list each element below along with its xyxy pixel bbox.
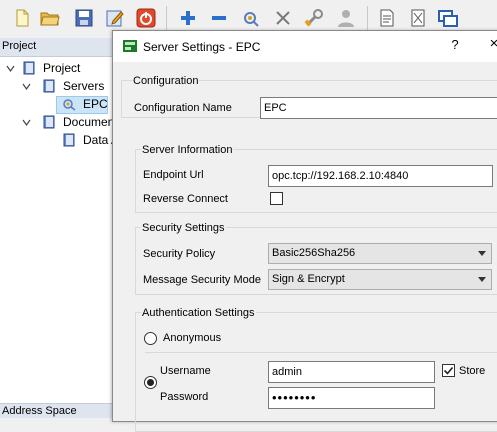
radio-selected-dot — [147, 379, 154, 386]
anonymous-radio[interactable] — [144, 332, 157, 345]
configuration-group-title: Configuration — [132, 75, 200, 87]
message-security-mode-select[interactable]: Sign & Encrypt — [268, 269, 492, 290]
help-button[interactable]: ? — [447, 37, 463, 55]
configuration-name-label: Configuration Name — [134, 102, 232, 114]
windows-icon[interactable] — [438, 8, 458, 28]
anonymous-label: Anonymous — [163, 332, 222, 344]
address-space-title: Address Space — [2, 405, 77, 417]
password-label: Password — [160, 391, 209, 403]
power-icon[interactable] — [136, 8, 156, 28]
close-button[interactable]: × — [486, 35, 497, 55]
remove-icon[interactable] — [209, 8, 229, 28]
authentication-settings-group-title: Authentication Settings — [141, 307, 256, 319]
tree-item-documents[interactable]: Documen — [0, 114, 115, 131]
tree-item-epc[interactable]: EPC — [0, 96, 112, 113]
tree-item-label: Project — [43, 61, 81, 75]
edit-icon[interactable] — [105, 8, 125, 28]
user-icon[interactable] — [336, 8, 356, 28]
dialog-titlebar[interactable]: Server Settings - EPC ? × — [113, 31, 497, 62]
tree-item-label: EPC — [83, 97, 108, 111]
project-panel-header: Project — [0, 38, 112, 57]
tree-item-label: Documen — [63, 115, 115, 129]
dialog-title: Server Settings - EPC — [143, 40, 261, 54]
tree-item-label: Servers — [63, 79, 105, 93]
reverse-connect-checkbox[interactable] — [270, 192, 283, 205]
message-security-mode-value: Sign & Encrypt — [272, 273, 345, 285]
disconnect-icon[interactable] — [273, 8, 293, 28]
expand-arrow-icon[interactable] — [6, 64, 15, 73]
message-security-mode-label: Message Security Mode — [143, 274, 261, 286]
clear-icon[interactable] — [408, 8, 428, 28]
project-panel: Project Project Servers EPC Documen Data… — [0, 38, 119, 418]
project-book-icon — [22, 61, 36, 75]
auth-divider — [145, 352, 497, 353]
tree-item-data-access[interactable]: Data A — [0, 132, 119, 149]
expand-arrow-icon[interactable] — [22, 118, 31, 127]
expand-arrow-icon[interactable] — [22, 82, 31, 91]
dropdown-arrow-icon — [478, 277, 486, 282]
connect-icon[interactable] — [241, 8, 261, 28]
security-policy-label: Security Policy — [143, 248, 216, 260]
store-checkbox[interactable] — [442, 364, 455, 377]
document-icon[interactable] — [377, 8, 397, 28]
reverse-connect-label: Reverse Connect — [143, 193, 228, 205]
settings-wrench-icon[interactable] — [304, 8, 324, 28]
server-connect-icon — [62, 97, 76, 111]
tree-item-project[interactable]: Project — [0, 60, 112, 77]
security-policy-value: Basic256Sha256 — [272, 247, 356, 259]
username-input[interactable]: admin — [268, 361, 435, 383]
endpoint-url-input[interactable]: opc.tcp://192.168.2.10:4840 — [268, 165, 493, 187]
open-folder-icon[interactable] — [40, 8, 60, 28]
endpoint-url-label: Endpoint Url — [143, 169, 204, 181]
address-space-header: Address Space — [0, 403, 112, 418]
username-radio[interactable] — [144, 376, 157, 389]
server-settings-dialog: Server Settings - EPC ? × Configuration … — [112, 30, 497, 432]
username-label: Username — [160, 365, 211, 377]
configuration-name-input[interactable]: EPC — [260, 97, 497, 119]
dialog-app-icon — [123, 40, 137, 52]
password-input[interactable]: •••••••• — [268, 387, 435, 409]
server-information-group-title: Server Information — [141, 144, 234, 156]
add-icon[interactable] — [178, 8, 198, 28]
dropdown-arrow-icon — [478, 251, 486, 256]
tree-item-servers[interactable]: Servers — [0, 78, 112, 95]
new-file-icon[interactable] — [12, 8, 32, 28]
security-settings-group-title: Security Settings — [141, 222, 226, 234]
project-panel-title: Project — [2, 40, 37, 52]
security-policy-select[interactable]: Basic256Sha256 — [268, 243, 492, 264]
checkmark-icon — [443, 366, 454, 375]
save-icon[interactable] — [74, 8, 94, 28]
documents-book-icon — [42, 115, 56, 129]
data-book-icon — [62, 133, 76, 147]
servers-book-icon — [42, 79, 56, 93]
store-label: Store — [459, 365, 486, 377]
